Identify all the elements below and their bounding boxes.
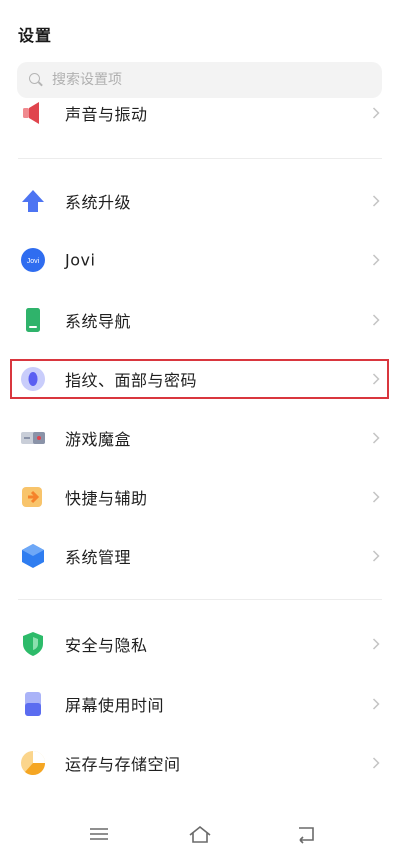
settings-item-label: 安全与隐私 <box>65 636 148 655</box>
search-icon <box>29 73 43 87</box>
settings-list[interactable]: 声音与振动 系统升级 Jovi Jovi 系统导航 指纹、面部与密码 游戏魔盒 … <box>0 99 400 810</box>
settings-item-label: 游戏魔盒 <box>65 430 132 449</box>
fingerprint-icon <box>20 366 46 392</box>
settings-item-label: 运存与存储空间 <box>65 755 181 774</box>
chevron-right-icon <box>372 432 380 444</box>
settings-item-label: 指纹、面部与密码 <box>65 371 198 390</box>
upgrade-arrow-icon <box>20 188 46 214</box>
storage-icon <box>20 750 46 776</box>
game-box-icon <box>20 425 46 451</box>
chevron-right-icon <box>372 254 380 266</box>
navigation-phone-icon <box>20 307 46 333</box>
settings-item-game-box[interactable]: 游戏魔盒 <box>0 408 400 468</box>
search-bar[interactable] <box>17 62 382 98</box>
chevron-right-icon <box>372 107 380 119</box>
chevron-right-icon <box>372 638 380 650</box>
settings-item-fingerprint-face-password[interactable]: 指纹、面部与密码 <box>0 349 400 409</box>
chevron-right-icon <box>372 314 380 326</box>
system-management-icon <box>20 543 46 569</box>
svg-text:Jovi: Jovi <box>27 258 40 265</box>
menu-icon[interactable] <box>87 824 111 844</box>
shortcut-icon <box>20 484 46 510</box>
page-title: 设置 <box>18 26 53 45</box>
chevron-right-icon <box>372 195 380 207</box>
home-icon[interactable] <box>188 824 212 844</box>
settings-item-sound-vibration[interactable]: 声音与振动 <box>0 99 400 143</box>
shield-icon <box>20 631 46 657</box>
chevron-right-icon <box>372 491 380 503</box>
settings-item-label: 快捷与辅助 <box>65 489 148 508</box>
settings-item-label: 屏幕使用时间 <box>65 696 165 715</box>
settings-item-label: 声音与振动 <box>65 105 148 124</box>
settings-item-memory-storage[interactable]: 运存与存储空间 <box>0 733 400 793</box>
chevron-right-icon <box>372 757 380 769</box>
chevron-right-icon <box>372 373 380 385</box>
settings-item-label: Jovi <box>65 250 96 270</box>
settings-item-system-management[interactable]: 系统管理 <box>0 526 400 586</box>
section-divider <box>18 599 382 600</box>
chevron-right-icon <box>372 550 380 562</box>
screen-time-icon <box>20 691 46 717</box>
settings-item-shortcuts-assist[interactable]: 快捷与辅助 <box>0 467 400 527</box>
speaker-icon <box>20 100 46 126</box>
settings-item-system-navigation[interactable]: 系统导航 <box>0 290 400 350</box>
navigation-bar <box>0 810 400 855</box>
settings-item-label: 系统管理 <box>65 548 132 567</box>
settings-item-label: 系统导航 <box>65 312 132 331</box>
settings-item-system-upgrade[interactable]: 系统升级 <box>0 171 400 231</box>
settings-item-security-privacy[interactable]: 安全与隐私 <box>0 614 400 674</box>
back-icon[interactable] <box>294 824 318 844</box>
section-divider <box>18 158 382 159</box>
chevron-right-icon <box>372 698 380 710</box>
jovi-icon: Jovi <box>20 247 46 273</box>
settings-item-jovi[interactable]: Jovi Jovi <box>0 230 400 290</box>
search-input[interactable] <box>52 72 352 88</box>
settings-item-label: 系统升级 <box>65 193 132 212</box>
settings-item-screen-time[interactable]: 屏幕使用时间 <box>0 674 400 734</box>
